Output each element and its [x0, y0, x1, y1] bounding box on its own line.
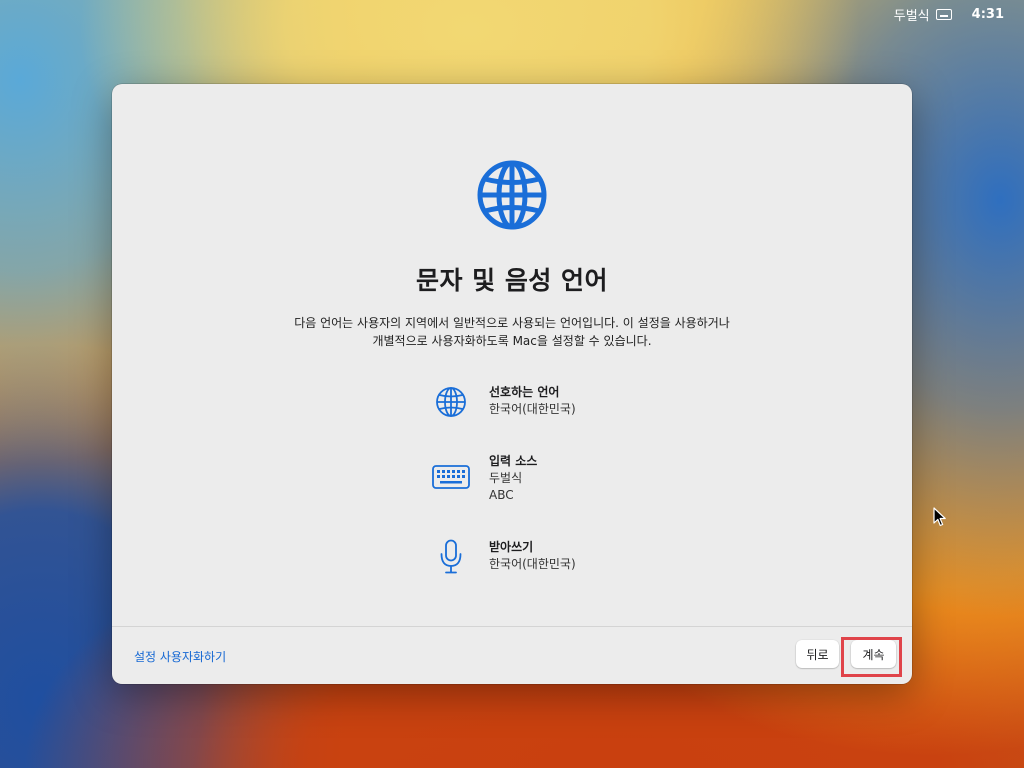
globe-icon	[436, 387, 466, 417]
highlight-box	[841, 637, 902, 677]
input-source-menu[interactable]: 두벌식	[894, 5, 930, 24]
dictation-value: 한국어(대한민국)	[489, 557, 576, 571]
preferred-language-value: 한국어(대한민국)	[489, 402, 576, 416]
keyboard-icon	[432, 465, 470, 489]
description-line: 다음 언어는 사용자의 지역에서 일반적으로 사용되는 언어입니다. 이 설정을…	[294, 316, 730, 330]
preferred-language-section: 선호하는 언어 한국어(대한민국)	[430, 384, 576, 418]
setup-assistant-dialog: 문자 및 음성 언어 다음 언어는 사용자의 지역에서 일반적으로 사용되는 언…	[112, 84, 912, 684]
mouse-cursor-icon	[933, 507, 946, 527]
customize-settings-link[interactable]: 설정 사용자화하기	[134, 648, 226, 665]
page-title: 문자 및 음성 언어	[415, 266, 609, 295]
footer-divider	[112, 626, 912, 627]
description-line: 개별적으로 사용자화하도록 Mac을 설정할 수 있습니다.	[372, 334, 652, 348]
input-sources-label: 입력 소스	[489, 454, 538, 468]
microphone-icon	[440, 539, 462, 574]
back-button[interactable]: 뒤로	[796, 640, 839, 668]
globe-icon	[477, 160, 547, 230]
menu-bar: 두벌식 4:31	[894, 0, 1024, 28]
preferred-language-label: 선호하는 언어	[489, 385, 560, 399]
input-sources-section: 입력 소스 두벌식 ABC	[430, 453, 537, 504]
input-source-value: 두벌식	[489, 471, 523, 485]
page-description: 다음 언어는 사용자의 지역에서 일반적으로 사용되는 언어입니다. 이 설정을…	[232, 314, 792, 350]
dictation-section: 받아쓰기 한국어(대한민국)	[430, 539, 576, 575]
input-source-value: ABC	[489, 488, 514, 502]
keyboard-icon[interactable]	[935, 8, 952, 20]
dictation-label: 받아쓰기	[489, 540, 534, 554]
clock[interactable]: 4:31	[972, 7, 1004, 22]
